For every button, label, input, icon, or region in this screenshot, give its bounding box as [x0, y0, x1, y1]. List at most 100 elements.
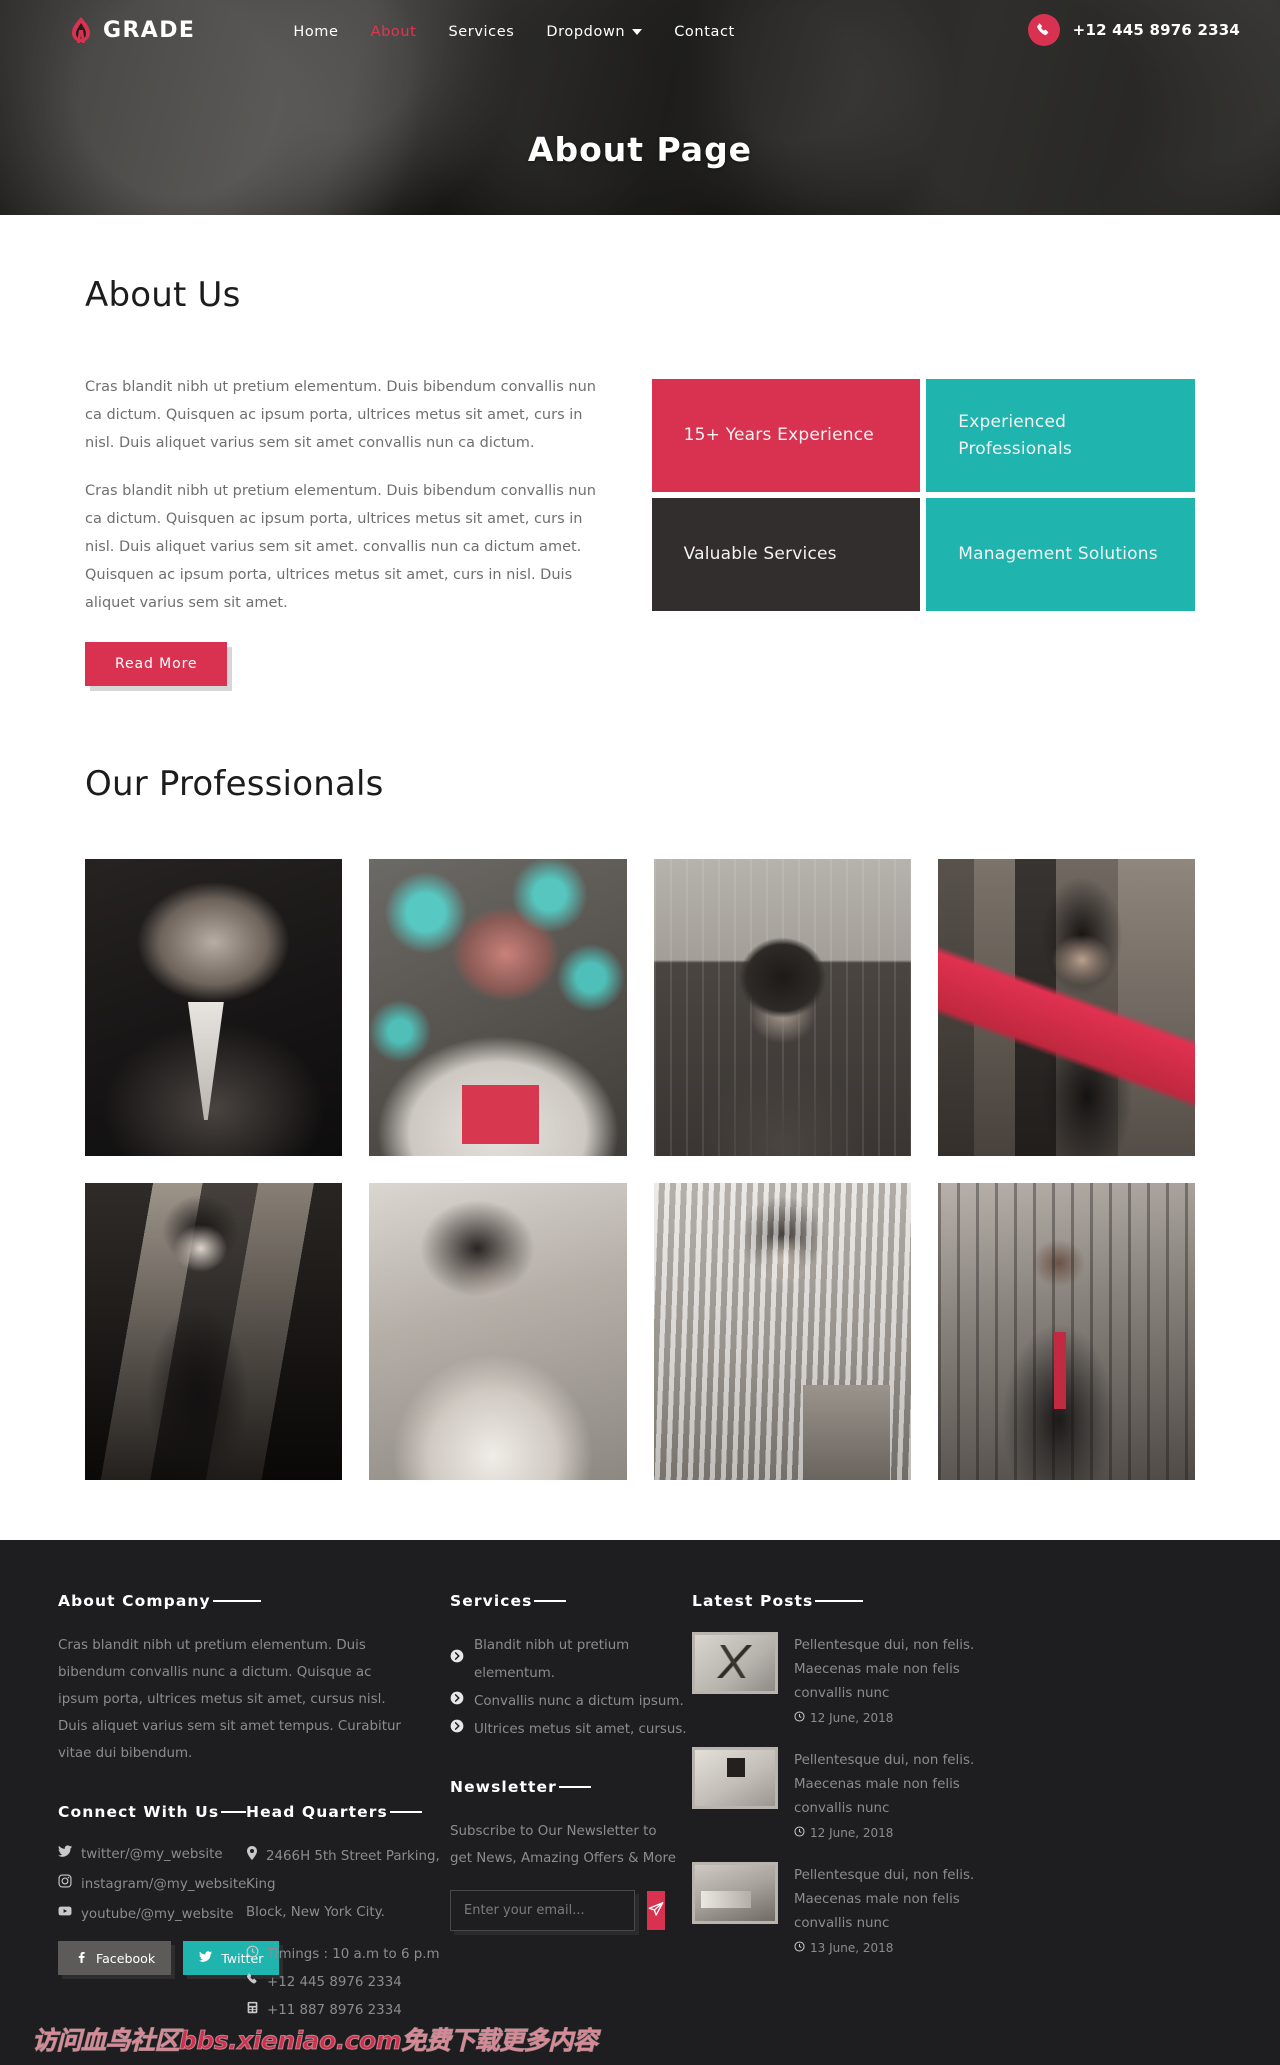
clock-icon — [794, 1826, 805, 1840]
social-link-label: youtube/@my_website — [81, 1907, 234, 1922]
social-buttons: Facebook Twitter — [58, 1941, 280, 1975]
brand-logo[interactable]: GRADE — [68, 16, 195, 44]
footer-services-heading: Services — [450, 1592, 692, 1610]
team-member-card-8[interactable] — [937, 1183, 1195, 1480]
clock-icon — [246, 1941, 259, 1969]
footer-services-heading-text: Services — [450, 1592, 533, 1610]
team-member-card-3[interactable] — [653, 859, 911, 1156]
post-date-text: 12 June, 2018 — [810, 1826, 894, 1840]
twitter-icon — [199, 1950, 213, 1966]
header-phone[interactable]: +12 445 8976 2334 — [1027, 14, 1240, 46]
team-member-card-2[interactable] — [369, 859, 627, 1156]
social-links-list: twitter/@my_website instagram/@my_websit… — [58, 1843, 246, 1927]
nav-item-services[interactable]: Services — [448, 21, 514, 40]
footer-connect-heading-text: Connect With Us — [58, 1803, 220, 1821]
team-member-card-7[interactable] — [653, 1183, 911, 1480]
service-item-2[interactable]: Convallis nunc a dictum ipsum. — [450, 1688, 692, 1716]
team-member-photo — [653, 1183, 911, 1480]
social-link-instagram[interactable]: instagram/@my_website — [58, 1873, 246, 1897]
chevron-circle-right-icon — [450, 1688, 464, 1716]
post-body: Pellentesque dui, non felis. Maecenas ma… — [794, 1862, 1006, 1955]
headquarters-phone-text: +12 445 8976 2334 — [267, 1975, 402, 1990]
stat-card-label: Valuable Services — [683, 544, 837, 564]
post-thumbnail — [692, 1747, 778, 1809]
team-member-card-4[interactable] — [937, 859, 1195, 1156]
nav-item-contact[interactable]: Contact — [674, 21, 735, 40]
stat-card-management-solutions[interactable]: Management Solutions — [926, 498, 1195, 611]
newsletter-email-input[interactable] — [451, 1891, 647, 1930]
latest-post-item[interactable]: Pellentesque dui, non felis. Maecenas ma… — [692, 1632, 1022, 1725]
youtube-icon — [58, 1903, 72, 1927]
about-paragraph-2: Cras blandit nibh ut pretium elementum. … — [85, 483, 596, 611]
brand-name: GRADE — [103, 17, 196, 43]
headquarters-phone[interactable]: +12 445 8976 2334 — [246, 1969, 450, 1997]
footer-newsletter-heading: Newsletter — [450, 1778, 692, 1796]
twitter-icon — [58, 1843, 72, 1867]
social-link-twitter[interactable]: twitter/@my_website — [58, 1843, 246, 1867]
professionals-grid — [85, 859, 1195, 1480]
service-item-3[interactable]: Ultrices metus sit amet, cursus. — [450, 1716, 692, 1744]
nav-item-home[interactable]: Home — [293, 21, 338, 40]
address-line-2: King — [246, 1877, 276, 1892]
newsletter-submit-button[interactable] — [647, 1891, 665, 1930]
header-phone-number: +12 445 8976 2334 — [1072, 21, 1240, 39]
professionals-section: Our Professionals — [0, 686, 1280, 1540]
nav-link-dropdown-label: Dropdown — [546, 23, 626, 40]
nav-link-contact[interactable]: Contact — [674, 24, 735, 40]
nav-link-home[interactable]: Home — [293, 24, 338, 40]
stat-card-years-experience[interactable]: 15+ Years Experience — [651, 379, 921, 492]
clock-icon — [794, 1711, 805, 1725]
team-member-photo — [937, 1183, 1195, 1480]
facebook-button[interactable]: Facebook — [58, 1941, 172, 1975]
clock-icon — [794, 1941, 805, 1955]
team-member-photo — [369, 859, 627, 1156]
team-member-card-6[interactable] — [369, 1183, 627, 1480]
page-title: About Page — [527, 130, 753, 169]
team-member-card-5[interactable] — [85, 1183, 343, 1480]
footer-columns: About Company Cras blandit nibh ut preti… — [58, 1592, 1222, 2025]
post-date: 12 June, 2018 — [794, 1711, 1006, 1725]
professionals-heading: Our Professionals — [85, 764, 384, 804]
heading-rule — [534, 1600, 567, 1602]
footer-column-about: About Company Cras blandit nibh ut preti… — [58, 1592, 450, 2025]
team-member-photo — [937, 859, 1195, 1156]
stat-card-label: 15+ Years Experience — [683, 425, 874, 445]
chevron-circle-right-icon — [450, 1646, 464, 1674]
service-item-1[interactable]: Blandit nibh ut pretium elementum. — [450, 1632, 692, 1688]
latest-post-item[interactable]: Pellentesque dui, non felis. Maecenas ma… — [692, 1747, 1022, 1840]
about-stats-grid: 15+ Years Experience Experienced Profess… — [651, 379, 1195, 611]
footer-column-services: Services Blandit nibh ut pretium element… — [450, 1592, 692, 2025]
team-member-photo — [85, 1183, 343, 1480]
nav-item-about[interactable]: About — [371, 21, 417, 40]
post-title: Pellentesque dui, non felis. Maecenas ma… — [794, 1868, 975, 1931]
send-icon — [647, 1900, 665, 1921]
nav-link-services[interactable]: Services — [448, 24, 514, 40]
about-text-column: Cras blandit nibh ut pretium elementum. … — [85, 373, 616, 686]
footer-newsletter-heading-text: Newsletter — [450, 1778, 557, 1796]
about-heading: About Us — [85, 275, 241, 315]
team-member-photo — [85, 859, 343, 1156]
stat-card-label: Management Solutions — [958, 544, 1158, 564]
service-item-label: Convallis nunc a dictum ipsum. — [474, 1694, 684, 1709]
latest-post-item[interactable]: Pellentesque dui, non felis. Maecenas ma… — [692, 1862, 1022, 1955]
about-content-grid: Cras blandit nibh ut pretium elementum. … — [85, 373, 1195, 686]
nav-link-about[interactable]: About — [371, 24, 417, 40]
social-link-youtube[interactable]: youtube/@my_website — [58, 1903, 246, 1927]
heading-rule — [221, 1811, 246, 1813]
footer-column-latest-posts: Latest Posts Pellentesque dui, non felis… — [692, 1592, 1022, 2025]
post-date: 12 June, 2018 — [794, 1826, 1006, 1840]
newsletter-description: Subscribe to Our Newsletter to get News,… — [450, 1824, 676, 1866]
stat-card-experienced-professionals[interactable]: Experienced Professionals — [926, 379, 1195, 492]
footer-sub-row: Connect With Us twitter/@my_website inst… — [58, 1803, 450, 2025]
nav-item-dropdown[interactable]: Dropdown — [546, 21, 643, 40]
address-line-1-text: 2466H 5th Street Parking, — [266, 1849, 440, 1864]
post-body: Pellentesque dui, non felis. Maecenas ma… — [794, 1632, 1006, 1725]
team-member-card-1[interactable] — [85, 859, 343, 1156]
read-more-button[interactable]: Read More — [85, 642, 228, 686]
social-link-label: instagram/@my_website — [81, 1877, 247, 1892]
stat-card-valuable-services[interactable]: Valuable Services — [651, 498, 921, 611]
nav-link-dropdown[interactable]: Dropdown — [546, 23, 643, 40]
headquarters-timings: Timings : 10 a.m to 6 p.m — [246, 1941, 450, 1969]
footer-connect-heading: Connect With Us — [58, 1803, 246, 1821]
headquarters-timings-text: Timings : 10 a.m to 6 p.m — [267, 1947, 440, 1962]
